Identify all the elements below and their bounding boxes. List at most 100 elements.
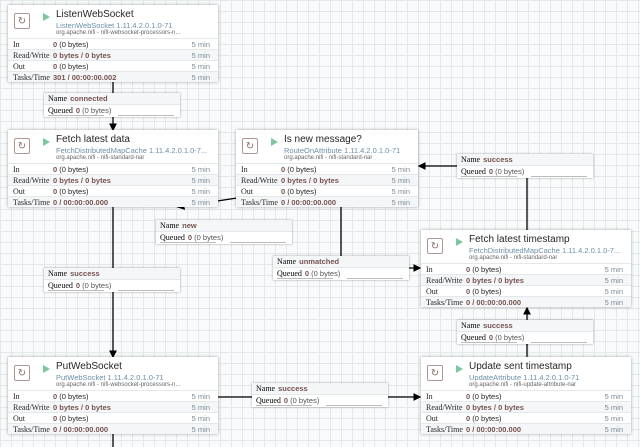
backpressure-size-bar — [230, 242, 286, 243]
stat-label: In — [13, 40, 20, 49]
processor-card[interactable]: ↻ PutWebSocket PutWebSocket 1.11.4.2.0.1… — [8, 357, 218, 434]
conn-queued-label: Queued — [461, 333, 486, 342]
processor-card[interactable]: ↻ ListenWebSocket ListenWebSocket 1.11.4… — [8, 5, 218, 82]
stat-value: 0 — [281, 165, 286, 174]
connection-name: unmatched — [299, 257, 340, 266]
stat-value: 301 / 00:00:00.002 — [53, 73, 117, 82]
stat-bytes: (0 bytes) — [59, 165, 89, 174]
connection-label[interactable]: Name success Queued 0 (0 bytes) — [252, 383, 388, 407]
stat-label: Read/Write — [426, 403, 463, 412]
stat-value: 0 — [466, 287, 471, 296]
stat-value: 0 — [466, 392, 471, 401]
stat-window: 5 min — [191, 73, 210, 82]
conn-queued-label: Queued — [48, 281, 73, 290]
connection-label[interactable]: Name unmatched Queued 0 (0 bytes) — [273, 256, 409, 280]
queued-count: 0 — [75, 106, 81, 115]
processor-type: PutWebSocket 1.11.4.2.0.1.0-71 — [56, 373, 164, 382]
queued-bytes: (0 bytes) — [495, 167, 525, 176]
backpressure-object-bar — [461, 176, 517, 177]
stat-label: In — [13, 392, 20, 401]
processor-icon: ↻ — [14, 365, 30, 381]
stat-read-write: Read/Write 0 bytes / 0 bytes 5 min — [421, 401, 631, 412]
queued-bytes: (0 bytes) — [311, 269, 341, 278]
stat-bytes: (0 bytes) — [59, 62, 89, 71]
stat-label: Tasks/Time — [13, 198, 50, 207]
queued-bytes: (0 bytes) — [194, 233, 224, 242]
processor-card[interactable]: ↻ Update sent timestamp UpdateAttribute … — [421, 357, 631, 434]
queued-bytes: (0 bytes) — [82, 281, 112, 290]
backpressure-object-bar — [48, 290, 104, 291]
backpressure-object-bar — [160, 242, 216, 243]
conn-name-label: Name — [256, 384, 276, 393]
conn-name-label: Name — [48, 94, 68, 103]
stat-window: 5 min — [191, 198, 210, 207]
stat-tasks: Tasks/Time 0 / 00:00:00.000 5 min — [8, 423, 218, 434]
stat-label: Tasks/Time — [426, 425, 463, 434]
stat-label: Out — [426, 414, 438, 423]
stat-label: Read/Write — [13, 176, 50, 185]
stat-out: Out 0 (0 bytes) 5 min — [421, 285, 631, 296]
queued-count: 0 — [488, 167, 494, 176]
stat-tasks: Tasks/Time 0 / 00:00:00.000 5 min — [236, 196, 418, 207]
stat-label: Out — [13, 62, 25, 71]
stat-bytes: (0 bytes) — [59, 392, 89, 401]
connection-label[interactable]: Name success Queued 0 (0 bytes) — [457, 320, 593, 344]
stat-value: 0 — [281, 187, 286, 196]
stat-read-write: Read/Write 0 bytes / 0 bytes 5 min — [421, 274, 631, 285]
processor-card[interactable]: ↻ Fetch latest data FetchDistributedMapC… — [8, 130, 218, 207]
backpressure-object-bar — [48, 115, 104, 116]
stat-out: Out 0 (0 bytes) 5 min — [8, 185, 218, 196]
running-icon — [456, 238, 463, 246]
running-icon — [43, 365, 50, 373]
processor-name: Update sent timestamp — [469, 361, 572, 372]
stat-out: Out 0 (0 bytes) 5 min — [421, 412, 631, 423]
connection-label[interactable]: Name success Queued 0 (0 bytes) — [457, 154, 593, 178]
conn-name-label: Name — [461, 321, 481, 330]
stat-value: 0 / 00:00:00.000 — [53, 198, 109, 207]
processor-icon: ↻ — [14, 13, 30, 29]
stat-bytes: (0 bytes) — [472, 392, 502, 401]
connection-name: success — [483, 321, 513, 330]
stat-in: In 0 (0 bytes) 5 min — [8, 390, 218, 401]
stat-bytes: (0 bytes) — [472, 287, 502, 296]
stat-value: 0 — [466, 414, 471, 423]
stat-bytes: (0 bytes) — [59, 187, 89, 196]
processor-icon: ↻ — [427, 365, 443, 381]
stat-label: In — [13, 165, 20, 174]
stat-in: In 0 (0 bytes) 5 min — [236, 163, 418, 174]
stat-value: 0 bytes / 0 bytes — [281, 176, 339, 185]
queued-count: 0 — [75, 281, 81, 290]
stat-read-write: Read/Write 0 bytes / 0 bytes 5 min — [8, 401, 218, 412]
stat-window: 5 min — [604, 298, 623, 307]
conn-name-label: Name — [160, 221, 180, 230]
processor-header: ↻ Fetch latest timestamp FetchDistribute… — [421, 230, 631, 263]
queued-count: 0 — [283, 396, 289, 405]
processor-card[interactable]: ↻ Fetch latest timestamp FetchDistribute… — [421, 230, 631, 307]
stat-label: Out — [241, 187, 253, 196]
stat-label: In — [426, 392, 433, 401]
queued-bytes: (0 bytes) — [290, 396, 320, 405]
stat-label: Tasks/Time — [13, 73, 50, 82]
stat-out: Out 0 (0 bytes) 5 min — [8, 60, 218, 71]
stat-value: 0 / 00:00:00.000 — [281, 198, 337, 207]
stat-window: 5 min — [604, 425, 623, 434]
processor-card[interactable]: ↻ Is new message? RouteOnAttribute 1.11.… — [236, 130, 418, 207]
connection-label[interactable]: Name success Queued 0 (0 bytes) — [44, 268, 180, 292]
queued-count: 0 — [187, 233, 193, 242]
processor-header: ↻ Update sent timestamp UpdateAttribute … — [421, 357, 631, 390]
connection-label[interactable]: Name new Queued 0 (0 bytes) — [156, 220, 292, 244]
connection-name: new — [182, 221, 197, 230]
processor-type: ListenWebSocket 1.11.4.2.0.1.0-71 — [56, 21, 173, 30]
processor-bundle: org.apache.nifi - nifi-standard-nar — [284, 155, 373, 161]
backpressure-size-bar — [326, 405, 382, 406]
stat-value: 0 / 00:00:00.000 — [466, 425, 522, 434]
running-icon — [271, 138, 278, 146]
stat-value: 0 bytes / 0 bytes — [53, 403, 111, 412]
stat-read-write: Read/Write 0 bytes / 0 bytes 5 min — [236, 174, 418, 185]
connection-name: success — [483, 155, 513, 164]
stat-label: Read/Write — [426, 276, 463, 285]
stat-bytes: (0 bytes) — [287, 187, 317, 196]
processor-bundle: org.apache.nifi - nifi-update-attribute-… — [469, 382, 577, 388]
backpressure-size-bar — [118, 115, 174, 116]
connection-label[interactable]: Name connected Queued 0 (0 bytes) — [44, 93, 180, 117]
